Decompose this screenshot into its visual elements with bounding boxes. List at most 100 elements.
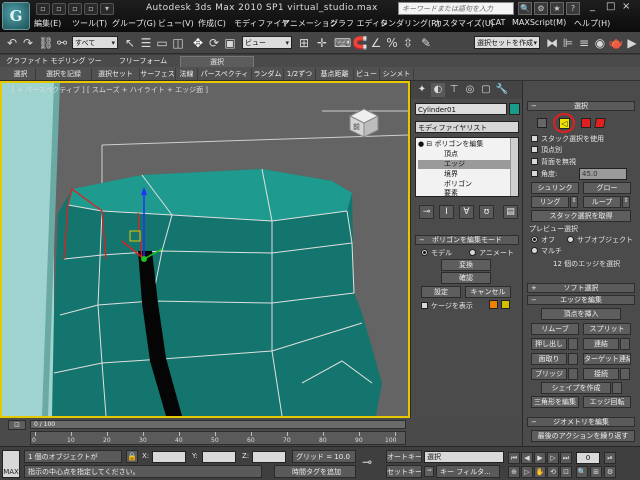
redo-icon[interactable]: ↷ [20, 35, 36, 51]
vertex-subobject-icon[interactable] [537, 118, 547, 128]
layer-manager-icon[interactable]: ≡ [576, 35, 592, 51]
key-mode-icon[interactable]: ⊸ [424, 466, 434, 477]
subscription-icon[interactable]: ⚙ [534, 2, 548, 15]
by-angle-checkbox[interactable] [531, 170, 538, 177]
ring-button[interactable]: リング [531, 196, 569, 208]
time-config-icon[interactable]: ⚙ [604, 466, 616, 478]
app-logo-button[interactable]: G [2, 2, 30, 30]
cage-color-swatch-2[interactable] [501, 300, 510, 309]
favorites-icon[interactable]: ★ [550, 2, 564, 15]
utilities-tab-icon[interactable]: 🔧 [495, 83, 509, 97]
undo-icon[interactable]: ▫ [84, 3, 98, 15]
connect-settings-icon[interactable] [620, 368, 630, 380]
target-weld-button[interactable]: ターゲット連結 [583, 353, 631, 365]
object-color-swatch[interactable] [509, 103, 520, 115]
stack-item-polygon[interactable]: ポリゴン [444, 180, 512, 189]
time-slider[interactable]: 0 / 100 [30, 420, 406, 429]
manipulate-icon[interactable]: ✛ [314, 35, 330, 51]
extrude-settings-icon[interactable] [568, 338, 578, 350]
open-file-icon[interactable]: ▫ [52, 3, 66, 15]
make-unique-icon[interactable]: ∀ [459, 205, 474, 219]
remove-modifier-icon[interactable]: ʊ [479, 205, 494, 219]
element-subobject-icon[interactable] [594, 118, 606, 128]
confirm-button[interactable]: 確認 [441, 272, 491, 284]
menu-group[interactable]: グループ(G) [112, 18, 156, 29]
zoom-icon[interactable]: 🔍 [576, 466, 588, 478]
go-to-start-icon[interactable]: ⏮ [508, 452, 520, 464]
z-coord-field[interactable] [252, 451, 286, 463]
edit-edges-rollout[interactable]: − エッジを編集 [527, 295, 635, 305]
model-radio[interactable] [421, 249, 428, 256]
link-icon[interactable]: ⛓ [38, 35, 54, 51]
help-icon[interactable]: ? [566, 2, 580, 15]
modifier-list-dropdown[interactable]: モディファイヤリスト [415, 121, 519, 133]
edit-named-selection-icon[interactable]: ✎ [418, 35, 434, 51]
viewcube-icon[interactable]: 前 [348, 107, 380, 139]
bridge-settings-icon[interactable] [568, 368, 578, 380]
stack-item-vertex[interactable]: 頂点 [444, 150, 512, 159]
orbit-icon[interactable]: ⟲ [547, 466, 559, 478]
menu-help[interactable]: ヘルプ(H) [574, 18, 610, 29]
select-object-icon[interactable]: ↖ [122, 35, 138, 51]
shrink-button[interactable]: シュリンク [531, 182, 579, 194]
selection-rollout[interactable]: − 選択 [527, 101, 635, 111]
connect-button[interactable]: 接続 [583, 368, 619, 380]
ignore-backfacing-checkbox[interactable] [531, 158, 538, 165]
select-by-name-icon[interactable]: ☰ [138, 35, 154, 51]
create-shape-settings-icon[interactable] [612, 382, 622, 394]
minimize-icon[interactable]: _ [590, 1, 595, 12]
insert-vertex-button[interactable]: 頂点を挿入 [541, 308, 621, 320]
ribbon-store-selection-button[interactable]: 選択を記録 [36, 68, 92, 80]
align-icon[interactable]: ⊫ [560, 35, 576, 51]
zoom-extents-icon[interactable]: ⊕ [508, 466, 520, 478]
stack-item-edge[interactable]: エッジ [418, 160, 512, 169]
create-tab-icon[interactable]: ✦ [415, 83, 429, 97]
remove-button[interactable]: リムーブ [531, 323, 579, 335]
preview-off-radio[interactable] [531, 236, 538, 243]
animate-radio[interactable] [469, 249, 476, 256]
loop-button[interactable]: ループ [583, 196, 621, 208]
modifier-stack[interactable]: ● ⊟ ポリゴンを編集 頂点 エッジ 境界 ポリゴン 要素 [415, 137, 519, 197]
stack-item-border[interactable]: 境界 [444, 170, 512, 179]
split-button[interactable]: スプリット [583, 323, 631, 335]
play-icon[interactable]: ▶ [534, 452, 546, 464]
key-filters-button[interactable]: キー フィルタ... [436, 465, 500, 478]
edit-poly-mode-rollout[interactable]: − ポリゴンを編集モード [415, 235, 519, 245]
create-shape-button[interactable]: シェイプを作成 [541, 382, 611, 394]
turn-edge-button[interactable]: エッジ回転 [583, 396, 631, 408]
menu-tools[interactable]: ツール(T) [72, 18, 107, 29]
edge-subobject-icon[interactable]: ◁ [559, 118, 570, 129]
preview-multi-radio[interactable] [531, 247, 538, 254]
mirror-icon[interactable]: ⧓ [544, 35, 560, 51]
hierarchy-tab-icon[interactable]: ⊤ [447, 83, 461, 97]
edit-triangulation-button[interactable]: 三角形を編集 [531, 396, 579, 408]
soft-selection-rollout[interactable]: + ソフト選択 [527, 283, 635, 293]
stack-scrollbar[interactable] [510, 138, 518, 196]
select-scale-icon[interactable]: ▣ [222, 35, 238, 51]
preview-subobj-radio[interactable] [567, 236, 574, 243]
render-setup-icon[interactable]: 🫖 [608, 35, 624, 51]
repeat-last-button[interactable]: 最後のアクションを繰り返す [531, 430, 635, 442]
search-icon[interactable]: 🔍 [518, 2, 532, 15]
ribbon-perspective-button[interactable]: パースペクティブ [198, 68, 252, 90]
field-of-view-icon[interactable]: ▷ [521, 466, 533, 478]
configure-sets-icon[interactable]: ▤ [503, 205, 518, 219]
ring-spinner[interactable]: ⇕ [570, 196, 578, 208]
stack-item-element[interactable]: 要素 [444, 189, 512, 198]
ribbon-surface-button[interactable]: サーフェス [140, 68, 176, 80]
ribbon-select-button[interactable]: 選択 [6, 68, 36, 80]
select-rotate-icon[interactable]: ⟳ [206, 35, 222, 51]
menu-rendering[interactable]: レンダリング(R) [380, 18, 440, 29]
key-icon[interactable]: ⊸ [362, 455, 372, 469]
search-input[interactable]: キーワードまたは語句を入力 [398, 2, 514, 15]
menu-modifiers[interactable]: モディファイヤ [234, 18, 289, 29]
ribbon-view-button[interactable]: ビュー [354, 68, 380, 80]
perspective-viewport[interactable]: [ + パースペクティブ ] [ スムーズ + ハイライト + エッジ面 ] 前 [0, 81, 410, 418]
selection-filter-dropdown[interactable]: すべて [72, 36, 118, 49]
angle-spinner[interactable]: 45.0 [579, 168, 627, 180]
key-selection-dropdown[interactable]: 選択 [424, 451, 504, 463]
menu-views[interactable]: ビュー(V) [158, 18, 194, 29]
timeline-toggle-icon[interactable]: ⊡ [8, 420, 26, 430]
auto-key-button[interactable]: オートキー [386, 450, 422, 463]
reference-coordinate-dropdown[interactable]: ビュー [242, 36, 292, 49]
